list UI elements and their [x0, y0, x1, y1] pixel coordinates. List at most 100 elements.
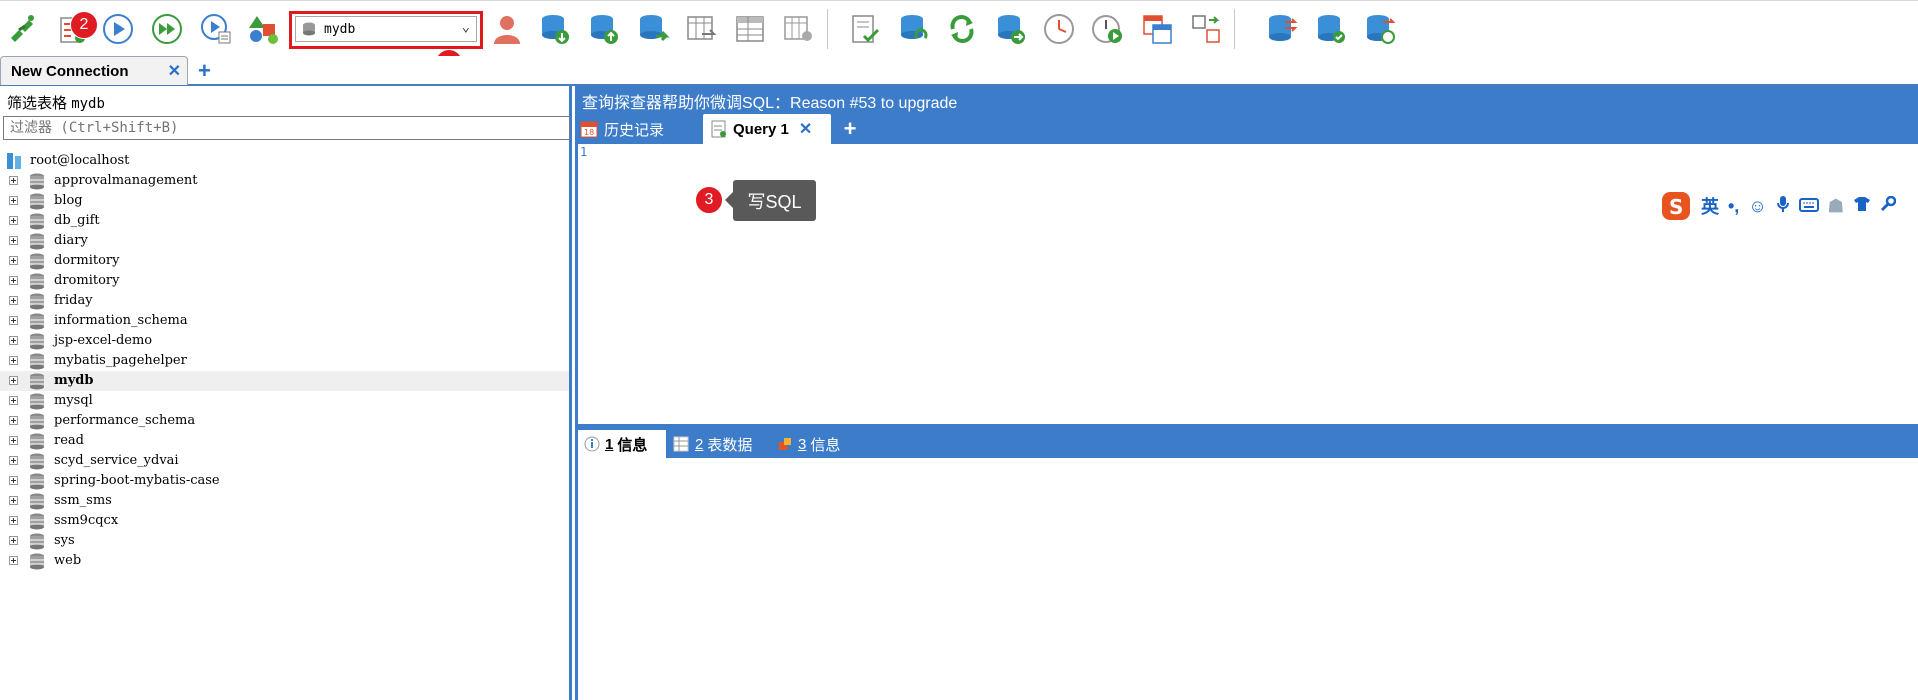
tree-item-information_schema[interactable]: information_schema — [0, 311, 569, 331]
export-icon[interactable] — [584, 9, 624, 49]
expand-icon[interactable] — [9, 376, 18, 385]
tree-root-row[interactable]: root@localhost — [0, 151, 569, 171]
tab-history[interactable]: 18 历史记录 — [580, 114, 672, 144]
check-icon[interactable] — [845, 9, 885, 49]
close-icon[interactable]: ✕ — [799, 119, 812, 139]
tree-item-mydb[interactable]: mydb — [0, 371, 569, 391]
tree-item-dromitory[interactable]: dromitory — [0, 271, 569, 291]
shirt-icon[interactable] — [1853, 196, 1871, 217]
tree-item-blog[interactable]: blog — [0, 191, 569, 211]
tree-item-label: db_gift — [54, 213, 100, 228]
database-icon — [30, 313, 44, 330]
table-schema-icon[interactable] — [778, 9, 818, 49]
tree-item-friday[interactable]: friday — [0, 291, 569, 311]
emoji-icon[interactable]: ☺ — [1748, 196, 1766, 217]
tree-item-web[interactable]: web — [0, 551, 569, 571]
tree-item-mysql[interactable]: mysql — [0, 391, 569, 411]
tree-item-spring-boot-mybatis-case[interactable]: spring-boot-mybatis-case — [0, 471, 569, 491]
toolbar-separator — [1234, 9, 1236, 49]
db-check-icon[interactable] — [1311, 9, 1351, 49]
database-select[interactable]: mydb ⌄ — [295, 16, 477, 42]
user-icon[interactable] — [487, 9, 527, 49]
expand-icon[interactable] — [9, 356, 18, 365]
expand-icon[interactable] — [9, 236, 18, 245]
expand-icon[interactable] — [9, 496, 18, 505]
filter-input[interactable] — [3, 116, 570, 140]
expand-icon[interactable] — [9, 516, 18, 525]
expand-icon[interactable] — [9, 256, 18, 265]
expand-icon[interactable] — [9, 436, 18, 445]
tab-query-1[interactable]: Query 1 ✕ — [703, 114, 831, 144]
tree-item-ssm_sms[interactable]: ssm_sms — [0, 491, 569, 511]
tab-new-connection[interactable]: New Connection ✕ — [0, 56, 188, 85]
sync-icon[interactable] — [633, 9, 673, 49]
run-job-icon[interactable] — [1088, 9, 1128, 49]
db-copy-icon[interactable] — [1262, 9, 1302, 49]
expand-icon[interactable] — [9, 196, 18, 205]
table-icon[interactable] — [730, 9, 770, 49]
tab-result-info[interactable]: 1 信息 — [578, 430, 666, 458]
result-header — [575, 424, 1918, 458]
execute-step-icon[interactable] — [196, 9, 236, 49]
database-icon — [30, 173, 44, 190]
expand-icon[interactable] — [9, 296, 18, 305]
database-select-value: mydb — [324, 21, 356, 37]
tree-item-read[interactable]: read — [0, 431, 569, 451]
expand-icon[interactable] — [9, 556, 18, 565]
import-icon[interactable] — [535, 9, 575, 49]
upgrade-hint-link[interactable]: 查询探查器帮助你微调SQL：Reason #53 to upgrade — [582, 89, 957, 113]
tree-item-performance_schema[interactable]: performance_schema — [0, 411, 569, 431]
tree-item-scyd_service_ydvai[interactable]: scyd_service_ydvai — [0, 451, 569, 471]
execute-icon[interactable] — [98, 9, 138, 49]
expand-icon[interactable] — [9, 176, 18, 185]
expand-icon[interactable] — [9, 536, 18, 545]
tree-item-mybatis_pagehelper[interactable]: mybatis_pagehelper — [0, 351, 569, 371]
expand-icon[interactable] — [9, 336, 18, 345]
copy-table-icon[interactable] — [1137, 9, 1177, 49]
tree-item-ssm9cqcx[interactable]: ssm9cqcx — [0, 511, 569, 531]
db-sync-icon[interactable] — [1360, 9, 1400, 49]
tree-item-dormitory[interactable]: dormitory — [0, 251, 569, 271]
refresh-db-icon[interactable] — [894, 9, 934, 49]
microphone-icon[interactable] — [1776, 195, 1790, 218]
database-icon — [30, 433, 44, 450]
connect-icon[interactable] — [2, 9, 42, 49]
sogou-logo-icon[interactable]: S — [1660, 190, 1692, 222]
expand-icon[interactable] — [9, 396, 18, 405]
ime-punct[interactable]: •, — [1728, 196, 1739, 217]
add-connection-button[interactable]: + — [198, 56, 211, 86]
refresh-icon[interactable] — [942, 9, 982, 49]
expand-icon[interactable] — [9, 416, 18, 425]
tree-item-diary[interactable]: diary — [0, 231, 569, 251]
chevron-down-icon[interactable]: ⌄ — [462, 19, 470, 35]
tab-result-data[interactable]: 2 表数据 — [673, 430, 763, 458]
compare-icon[interactable] — [1186, 9, 1226, 49]
execute-all-icon[interactable] — [147, 9, 187, 49]
tree-item-label: mysql — [54, 393, 93, 408]
tree-item-label: read — [54, 433, 84, 448]
expand-icon[interactable] — [9, 276, 18, 285]
expand-icon[interactable] — [9, 456, 18, 465]
tree-item-approvalmanagement[interactable]: approvalmanagement — [0, 171, 569, 191]
user-skin-icon[interactable]: ☗ — [1828, 196, 1844, 217]
ime-mode[interactable]: 英 — [1701, 193, 1719, 219]
tree-item-sys[interactable]: sys — [0, 531, 569, 551]
backup-icon[interactable] — [991, 9, 1031, 49]
keyboard-icon[interactable] — [1798, 196, 1819, 217]
tree-item-jsp-excel-demo[interactable]: jsp-excel-demo — [0, 331, 569, 351]
tree-item-db_gift[interactable]: db_gift — [0, 211, 569, 231]
table-grid-icon[interactable] — [681, 9, 721, 49]
tree-item-label: performance_schema — [54, 413, 196, 428]
result-panel — [575, 458, 1918, 700]
message-icon — [778, 437, 792, 451]
database-icon — [30, 453, 44, 470]
schema-icon[interactable] — [244, 9, 284, 49]
close-icon[interactable]: ✕ — [168, 61, 181, 81]
expand-icon[interactable] — [9, 216, 18, 225]
expand-icon[interactable] — [9, 316, 18, 325]
expand-icon[interactable] — [9, 476, 18, 485]
schedule-icon[interactable] — [1039, 9, 1079, 49]
add-query-tab-button[interactable]: + — [840, 114, 860, 144]
wrench-icon[interactable] — [1880, 195, 1897, 217]
tab-result-info-2[interactable]: 3 信息 — [778, 430, 848, 458]
